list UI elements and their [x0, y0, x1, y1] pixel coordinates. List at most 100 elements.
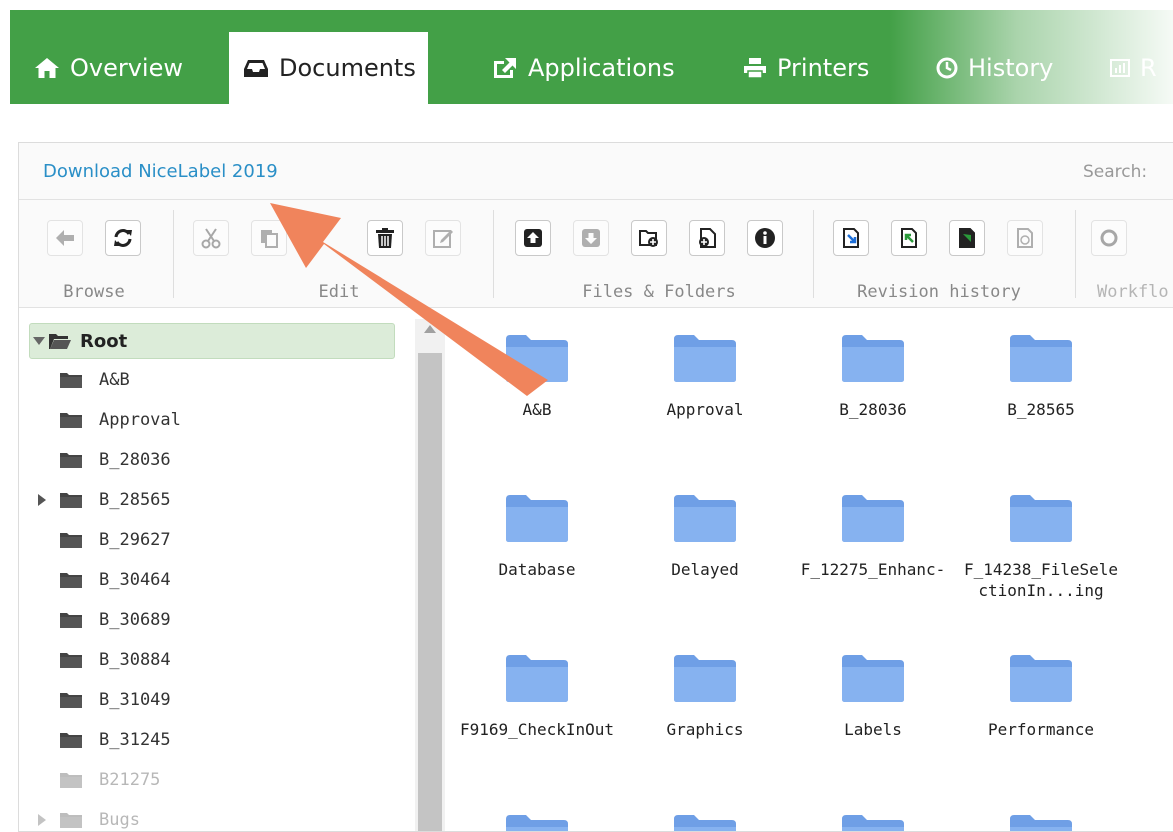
- file-item[interactable]: F9169_CheckInOut: [457, 639, 617, 740]
- tree-scrollbar[interactable]: [415, 319, 445, 831]
- tree-item-label: B_30464: [99, 570, 171, 590]
- folder-icon: [60, 613, 82, 628]
- file-name: F_14238_FileSelectionIn...ing: [963, 560, 1119, 600]
- tab-printers[interactable]: Printers: [743, 32, 869, 104]
- file-item[interactable]: Labels: [793, 639, 953, 740]
- tree-item[interactable]: B_28565: [38, 482, 171, 518]
- new-folder-icon: [639, 230, 658, 247]
- refresh-button[interactable]: [105, 220, 141, 256]
- tab-documents-label: Documents: [279, 54, 416, 82]
- printer-icon: [744, 58, 766, 79]
- file-item[interactable]: F_: [1129, 479, 1173, 580]
- folder-icon: [60, 773, 82, 788]
- tab-applications[interactable]: Applications: [492, 32, 675, 104]
- tree-item-label: B21275: [99, 770, 161, 790]
- file-item[interactable]: Delayed: [625, 479, 785, 580]
- file-name: B_: [1129, 399, 1173, 420]
- file-item[interactable]: F_12275_Enhanc-: [793, 479, 953, 580]
- chevron-right-icon[interactable]: [37, 813, 47, 827]
- new-file-button[interactable]: [689, 220, 725, 256]
- file-item[interactable]: Database: [457, 479, 617, 580]
- tab-reports[interactable]: R: [1110, 32, 1157, 104]
- tree-item[interactable]: B_30884: [59, 642, 171, 678]
- tree-item[interactable]: B_29627: [59, 522, 171, 558]
- file-item[interactable]: [1129, 799, 1173, 831]
- folder-icon: [842, 495, 904, 542]
- folder-icon: [60, 413, 82, 428]
- folder-icon: [674, 655, 736, 702]
- folder-icon: [60, 733, 82, 748]
- file-item[interactable]: B_28036: [793, 319, 953, 420]
- chevron-down-icon[interactable]: [32, 335, 46, 347]
- scroll-thumb[interactable]: [418, 353, 442, 831]
- rename-button[interactable]: [425, 220, 461, 256]
- history-button[interactable]: [1007, 220, 1043, 256]
- folder-icon: [60, 533, 82, 548]
- documents-panel: Download NiceLabel 2019 Search: Browse E…: [18, 142, 1173, 832]
- tab-documents[interactable]: Documents: [229, 32, 428, 104]
- tree-item[interactable]: B_30464: [59, 562, 171, 598]
- toolbar-separator: [493, 210, 494, 298]
- delete-button[interactable]: [367, 220, 403, 256]
- checkout-icon: [901, 228, 917, 248]
- external-link-icon: [494, 58, 516, 78]
- file-item[interactable]: B_28565: [961, 319, 1121, 420]
- file-item[interactable]: Performance: [961, 639, 1121, 740]
- file-item[interactable]: Runr: [1129, 639, 1173, 740]
- home-icon: [35, 58, 59, 78]
- history-icon: [1017, 228, 1033, 248]
- file-item[interactable]: [961, 799, 1121, 831]
- tree-item[interactable]: B_31245: [59, 722, 171, 758]
- search-label: Search:: [1083, 162, 1148, 182]
- folder-icon: [60, 653, 82, 668]
- workflow-button[interactable]: [1091, 220, 1127, 256]
- cut-icon: [201, 228, 221, 249]
- file-item[interactable]: [625, 799, 785, 831]
- tree-item-label: B_30689: [99, 610, 171, 630]
- tree-item-label: Bugs: [99, 810, 140, 830]
- tree-item[interactable]: B_31049: [59, 682, 171, 718]
- file-item[interactable]: Graphics: [625, 639, 785, 740]
- scroll-up-icon[interactable]: [424, 325, 436, 333]
- tree-item[interactable]: B21275: [59, 762, 160, 798]
- checkin-button[interactable]: [833, 220, 869, 256]
- tree-item[interactable]: Approval: [59, 402, 181, 438]
- tree-item-label: Approval: [99, 410, 181, 430]
- tab-printers-label: Printers: [777, 54, 870, 82]
- tree-item-label: B_28565: [99, 490, 171, 510]
- tree-item[interactable]: A&B: [59, 362, 130, 398]
- info-button[interactable]: [747, 220, 783, 256]
- panel-header: Download NiceLabel 2019 Search:: [19, 143, 1173, 200]
- new-folder-button[interactable]: [631, 220, 667, 256]
- tree-item[interactable]: Bugs: [38, 802, 140, 831]
- undo-checkout-button[interactable]: [949, 220, 985, 256]
- cut-button[interactable]: [193, 220, 229, 256]
- upload-button[interactable]: [515, 220, 551, 256]
- tab-reports-label: R: [1140, 54, 1157, 82]
- copy-button[interactable]: [251, 220, 287, 256]
- tree-item[interactable]: B_30689: [59, 602, 171, 638]
- file-grid: A&B Approval B_28036 B_28565 B_ Database Delay…: [449, 319, 1173, 831]
- folder-icon: [506, 815, 568, 831]
- tree-item[interactable]: B_28036: [59, 442, 171, 478]
- file-item[interactable]: F_14238_FileSelectionIn...ing: [961, 479, 1121, 601]
- download-icon: [582, 229, 600, 247]
- file-name: Database: [498, 560, 576, 579]
- file-item[interactable]: [793, 799, 953, 831]
- back-button[interactable]: [47, 220, 83, 256]
- file-item[interactable]: A&B: [457, 319, 617, 420]
- file-name: Delayed: [671, 560, 739, 579]
- tab-overview[interactable]: Overview: [34, 32, 183, 104]
- chevron-right-icon[interactable]: [37, 493, 47, 507]
- file-item[interactable]: B_: [1129, 319, 1173, 420]
- tree-item-root[interactable]: Root: [29, 323, 395, 359]
- download-button[interactable]: [573, 220, 609, 256]
- file-item[interactable]: [457, 799, 617, 831]
- file-item[interactable]: Approval: [625, 319, 785, 420]
- checkout-button[interactable]: [891, 220, 927, 256]
- tab-history[interactable]: History: [936, 32, 1053, 104]
- folder-icon: [1010, 335, 1072, 382]
- download-link[interactable]: Download NiceLabel 2019: [43, 161, 278, 182]
- chart-icon: [1110, 59, 1130, 77]
- file-name: F9169_CheckInOut: [459, 720, 615, 739]
